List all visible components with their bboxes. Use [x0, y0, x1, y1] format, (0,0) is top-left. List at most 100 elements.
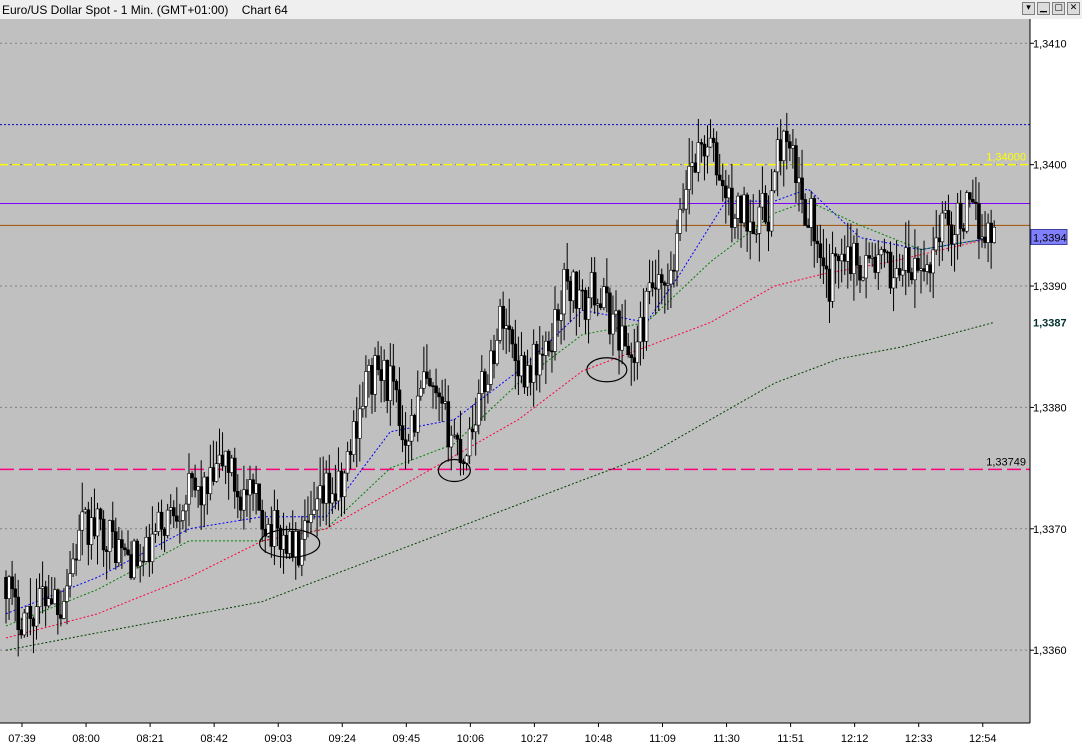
candle-body — [367, 365, 371, 372]
candle-body — [236, 491, 240, 498]
candle-body — [586, 297, 591, 320]
candle-body — [501, 305, 505, 329]
close-icon[interactable]: ✕ — [1067, 2, 1080, 15]
x-tick-label: 10:48 — [585, 733, 613, 745]
candle-body — [867, 255, 871, 259]
candle-body — [595, 303, 600, 306]
candle-body — [989, 222, 993, 243]
candle-body — [913, 258, 917, 281]
candle-body — [876, 254, 881, 273]
candle-body — [59, 614, 63, 619]
candle-body — [507, 325, 512, 330]
x-tick-label: 07:39 — [8, 733, 36, 745]
candle-body — [580, 289, 585, 292]
candle-body — [565, 269, 570, 282]
candle-body — [763, 192, 768, 223]
candle-body — [873, 256, 878, 273]
candle-body — [473, 424, 478, 433]
candle-body — [354, 421, 359, 439]
candle-body — [4, 577, 8, 600]
candle-body — [290, 530, 295, 558]
candle-body — [858, 264, 862, 281]
candle-body — [928, 264, 932, 274]
candle-body — [751, 221, 756, 235]
candle-body — [275, 510, 280, 529]
candle-body — [513, 343, 518, 362]
candle-body — [135, 540, 139, 567]
candle-body — [208, 467, 213, 495]
candle-body — [678, 209, 682, 234]
candle-body — [559, 313, 563, 321]
candle-body — [7, 576, 11, 600]
candle-body — [257, 483, 261, 511]
candle-body — [65, 585, 69, 602]
candle-body — [693, 162, 698, 173]
candle-body — [583, 290, 588, 320]
candle-body — [650, 282, 655, 289]
candle-body — [574, 271, 579, 309]
candle-body — [348, 451, 353, 455]
candle-body — [775, 139, 780, 173]
candle-body — [351, 421, 356, 455]
candle-body — [40, 586, 45, 589]
candle-body — [147, 537, 152, 562]
candle-body — [742, 194, 746, 224]
candle-body — [589, 272, 594, 299]
candle-body — [181, 510, 185, 521]
candle-body — [385, 360, 390, 401]
candle-body — [117, 539, 121, 563]
candle-body — [544, 340, 548, 356]
maximize-icon[interactable]: ▢ — [1052, 2, 1065, 15]
candle-body — [327, 472, 332, 504]
candle-body — [833, 253, 838, 257]
candle-body — [101, 518, 106, 551]
candle-body — [458, 439, 463, 463]
candle-body — [187, 473, 191, 505]
candle-body — [733, 217, 737, 228]
candle-body — [418, 387, 423, 397]
candle-body — [428, 378, 432, 386]
candle-body — [940, 212, 945, 243]
candle-body — [797, 177, 801, 184]
candle-body — [400, 425, 405, 441]
candle-body — [925, 264, 929, 272]
candle-body — [153, 531, 158, 535]
candle-body — [403, 439, 408, 446]
restore-icon[interactable]: ▾ — [1022, 2, 1035, 15]
price-badge-label: 1,3387 — [1033, 317, 1067, 329]
minimize-icon[interactable]: ▁ — [1037, 2, 1050, 15]
candle-body — [110, 520, 115, 532]
price-chart[interactable]: 1,34000 1,33749 1,3410 1,3400 1,3390 1,3380 1… — [0, 19, 1082, 755]
candle-body — [165, 509, 170, 536]
candle-body — [571, 271, 576, 302]
candle-body — [406, 440, 411, 446]
candle-body — [525, 365, 530, 388]
candle-body — [52, 589, 57, 605]
candle-body — [916, 258, 920, 271]
candle-body — [638, 317, 643, 343]
candle-body — [223, 450, 228, 467]
candle-body — [104, 549, 109, 552]
candle-body — [864, 255, 868, 279]
candle-body — [132, 540, 136, 579]
candle-body — [778, 139, 783, 161]
candle-body — [605, 286, 609, 294]
candle-body — [345, 451, 350, 474]
candle-body — [214, 463, 219, 482]
candle-body — [281, 534, 286, 550]
candle-body — [644, 290, 649, 342]
candle-body — [10, 576, 14, 590]
candle-body — [827, 268, 832, 302]
candle-body — [629, 354, 634, 359]
candle-body — [528, 365, 533, 383]
x-tick-label: 12:54 — [969, 733, 997, 745]
candle-body — [98, 508, 103, 520]
candle-body — [178, 520, 182, 522]
candle-body — [531, 343, 536, 383]
candle-body — [537, 353, 542, 376]
candle-body — [891, 277, 896, 289]
candle-body — [608, 292, 612, 335]
candle-body — [577, 289, 582, 309]
candle-body — [74, 558, 78, 561]
candle-body — [669, 269, 673, 285]
